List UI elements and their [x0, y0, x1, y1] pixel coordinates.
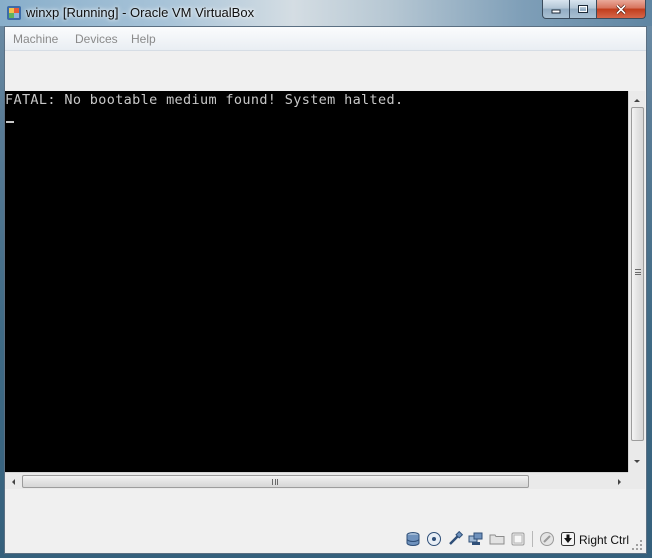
grip-icon [272, 479, 278, 485]
shared-folders-icon[interactable] [489, 531, 505, 547]
console-cursor [6, 121, 14, 123]
menu-bar: Machine Devices Help [5, 27, 646, 51]
vertical-scroll-thumb[interactable] [631, 107, 644, 441]
host-key-icon[interactable] [560, 531, 576, 547]
vertical-scrollbar[interactable] [628, 91, 645, 472]
host-key-label: Right Ctrl [579, 533, 630, 547]
scroll-up-arrow-icon[interactable] [632, 97, 642, 103]
network-icon[interactable] [468, 531, 484, 547]
vm-display[interactable]: FATAL: No bootable medium found! System … [5, 91, 628, 472]
scroll-down-arrow-icon[interactable] [632, 459, 642, 465]
virtualbox-app-icon[interactable] [6, 5, 22, 21]
scroll-corner [628, 472, 645, 489]
horizontal-scroll-thumb[interactable] [22, 475, 529, 488]
grip-icon [635, 269, 641, 275]
resize-grip-icon[interactable] [631, 539, 643, 551]
optical-drive-icon[interactable] [426, 531, 442, 547]
window-client-area: Machine Devices Help FATAL: No bootable … [4, 26, 647, 554]
minimize-icon [551, 9, 561, 14]
menu-help[interactable]: Help [131, 32, 156, 46]
close-icon [615, 3, 627, 15]
console-error-message: FATAL: No bootable medium found! System … [5, 92, 404, 108]
menu-devices[interactable]: Devices [75, 32, 118, 46]
hard-disk-icon[interactable] [405, 531, 421, 547]
mouse-integration-icon[interactable] [539, 531, 555, 547]
caption-buttons [542, 0, 646, 19]
window-title: winxp [Running] - Oracle VM VirtualBox [26, 5, 255, 20]
maximize-button[interactable] [570, 0, 597, 19]
minimize-button[interactable] [542, 0, 570, 19]
usb-icon[interactable] [447, 531, 463, 547]
video-capture-icon[interactable] [510, 531, 526, 547]
menu-machine[interactable]: Machine [13, 32, 58, 46]
close-button[interactable] [597, 0, 646, 19]
scroll-left-arrow-icon[interactable] [10, 477, 16, 487]
status-separator [532, 531, 533, 547]
scroll-right-arrow-icon[interactable] [617, 477, 623, 487]
status-bar: Right Ctrl [5, 523, 646, 553]
maximize-icon [578, 5, 588, 13]
title-bar[interactable]: winxp [Running] - Oracle VM VirtualBox [0, 0, 652, 26]
horizontal-scrollbar[interactable] [5, 472, 628, 489]
